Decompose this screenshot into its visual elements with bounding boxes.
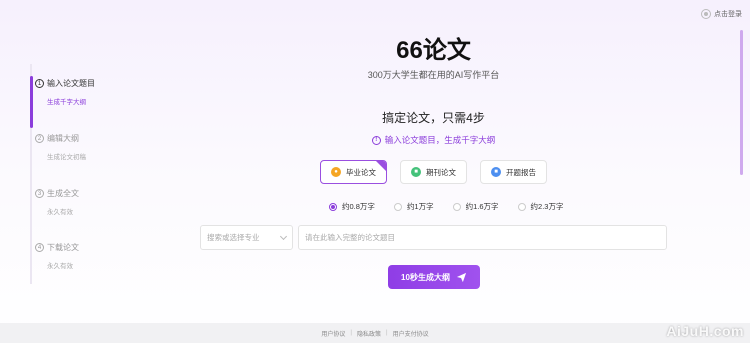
step-title: 生成全文: [47, 189, 79, 198]
word-count-option-1w[interactable]: 约1万字: [393, 201, 434, 212]
type-graduation-button[interactable]: ● 毕业论文: [320, 160, 387, 184]
radio-button[interactable]: [329, 202, 337, 211]
radio-label: 约1.6万字: [465, 202, 499, 211]
generate-outline-button[interactable]: 10秒生成大纲: [388, 265, 480, 289]
type-label: 毕业论文: [346, 167, 376, 177]
footer: 用户协议 | 隐私政策 | 用户支付协议: [0, 323, 750, 343]
step-title: 编辑大纲: [47, 134, 79, 143]
footer-link-user-agreement[interactable]: 用户协议: [321, 329, 345, 338]
page-subtitle: 300万大学生都在用的AI写作平台: [367, 70, 500, 80]
major-placeholder: 搜索或选择专业: [207, 233, 260, 242]
word-count-selector: 约0.8万字 约1万字 约1.6万字 约2.3万字: [329, 201, 563, 212]
footer-separator: |: [350, 330, 352, 336]
chevron-down-icon: [279, 232, 288, 240]
step-edit-outline[interactable]: 2 编辑大纲 生成论文初稿: [35, 133, 113, 161]
footer-link-payment-agreement[interactable]: 用户支付协议: [393, 329, 429, 338]
graduation-icon: ●: [331, 167, 341, 177]
word-count-option-1.6w[interactable]: 约1.6万字: [452, 201, 499, 212]
step-download[interactable]: 4 下载论文 永久有效: [35, 242, 113, 270]
radio-button[interactable]: [393, 202, 402, 211]
footer-separator: |: [386, 330, 388, 336]
step-hint: ! 输入论文题目，生成千字大纲: [200, 134, 667, 146]
type-report-button[interactable]: ■ 开题报告: [480, 160, 547, 184]
type-journal-button[interactable]: ■ 期刊论文: [400, 160, 467, 184]
section-heading: 搞定论文，只需4步: [382, 111, 485, 125]
radio-label: 约0.8万字: [342, 202, 375, 211]
step-number: 2: [35, 134, 44, 143]
report-icon: ■: [491, 167, 501, 177]
step-generate-full[interactable]: 3 生成全文 永久有效: [35, 188, 113, 216]
paper-title-input[interactable]: [298, 225, 667, 250]
journal-icon: ■: [411, 167, 421, 177]
step-title: 输入论文题目: [47, 79, 95, 88]
login-button[interactable]: 点击登录: [701, 9, 742, 19]
step-number: 4: [35, 243, 44, 252]
page-title: 66论文: [396, 37, 471, 64]
step-input-title[interactable]: 1 输入论文题目 生成千字大纲: [30, 76, 113, 128]
step-number: 3: [35, 189, 44, 198]
step-subtitle: 永久有效: [47, 209, 73, 216]
send-icon: [456, 272, 467, 282]
progress-stepper: 1 输入论文题目 生成千字大纲 2 编辑大纲 生成论文初稿 3 生成全文 永久有效 4…: [30, 64, 110, 284]
info-icon: !: [371, 135, 381, 145]
radio-label: 约2.3万字: [530, 202, 564, 211]
step-subtitle: 生成千字大纲: [47, 99, 86, 106]
paper-type-selector: ● 毕业论文 ■ 期刊论文 ■ 开题报告: [320, 160, 547, 184]
step-subtitle: 生成论文初稿: [47, 154, 86, 161]
footer-link-privacy-policy[interactable]: 隐私政策: [357, 329, 381, 338]
hint-text: 输入论文题目，生成千字大纲: [384, 135, 496, 145]
step-number: 1: [35, 79, 44, 88]
radio-label: 约1万字: [406, 202, 434, 211]
step-subtitle: 永久有效: [47, 263, 73, 270]
scrollbar-thumb[interactable]: [740, 30, 743, 175]
major-select[interactable]: 搜索或选择专业: [200, 225, 293, 250]
type-label: 期刊论文: [426, 167, 456, 177]
word-count-option-0.8w[interactable]: 约0.8万字: [329, 201, 375, 212]
radio-button[interactable]: [452, 202, 461, 211]
radio-button[interactable]: [517, 202, 526, 211]
login-label: 点击登录: [714, 11, 742, 18]
word-count-option-2.3w[interactable]: 约2.3万字: [517, 201, 564, 212]
generate-label: 10秒生成大纲: [401, 272, 450, 282]
step-title: 下载论文: [47, 243, 79, 252]
type-label: 开题报告: [506, 167, 536, 177]
watermark: AiJuH.com: [666, 323, 744, 339]
user-icon: [701, 9, 711, 19]
